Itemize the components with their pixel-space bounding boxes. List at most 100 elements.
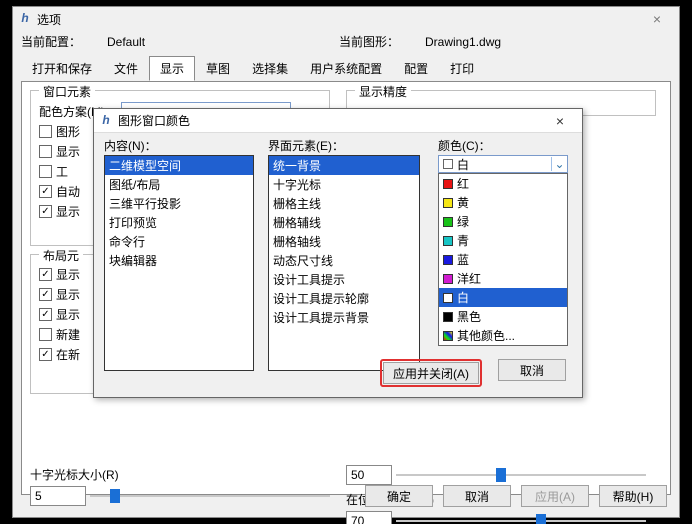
drawing-label: 当前图形：: [339, 33, 419, 50]
options-title: 选项: [37, 11, 639, 28]
close-icon[interactable]: ×: [639, 11, 675, 27]
color-option-label: 蓝: [457, 251, 469, 268]
context-item[interactable]: 块编辑器: [105, 251, 253, 270]
inplace-input[interactable]: 70: [346, 511, 392, 524]
color-swatch-icon: [443, 217, 453, 227]
more-colors-option[interactable]: 其他颜色...: [439, 326, 567, 345]
chk-layout-2[interactable]: [39, 288, 52, 301]
help-button[interactable]: 帮助(H): [599, 485, 667, 507]
crosshair-slider[interactable]: [90, 487, 330, 505]
close-icon[interactable]: ×: [542, 113, 578, 129]
options-tabs: 打开和保存 文件 显示 草图 选择集 用户系统配置 配置 打印: [13, 56, 679, 81]
context-item[interactable]: 图纸/布局: [105, 175, 253, 194]
element-listbox[interactable]: 统一背景十字光标栅格主线栅格辅线栅格轴线动态尺寸线设计工具提示设计工具提示轮廓设…: [268, 155, 420, 371]
context-item[interactable]: 三维平行投影: [105, 194, 253, 213]
chk-vis[interactable]: [39, 205, 52, 218]
chk-show[interactable]: [39, 145, 52, 158]
hidden-slider[interactable]: [396, 466, 646, 484]
chk-drawing-scroll[interactable]: [39, 125, 52, 138]
color-swatch-icon: [443, 255, 453, 265]
chk-layout-1[interactable]: [39, 268, 52, 281]
color-option[interactable]: 蓝: [439, 250, 567, 269]
element-item[interactable]: 统一背景: [269, 156, 419, 175]
element-item[interactable]: 十字光标: [269, 175, 419, 194]
profile-label: 当前配置：: [21, 33, 101, 50]
context-label: 内容(N)：: [104, 137, 157, 154]
element-item[interactable]: 设计工具提示轮廓: [269, 289, 419, 308]
color-swatch-icon: [443, 198, 453, 208]
tab-user-prefs[interactable]: 用户系统配置: [299, 56, 393, 81]
color-option-label: 黄: [457, 194, 469, 211]
chk-auto[interactable]: [39, 185, 52, 198]
crosshair-area: 十字光标大小(R) 5: [30, 466, 330, 509]
tab-profiles[interactable]: 配置: [393, 56, 439, 81]
config-row: 当前配置： Default 当前图形： Drawing1.dwg: [13, 31, 679, 52]
chk-tool[interactable]: [39, 165, 52, 178]
color-option[interactable]: 黄: [439, 193, 567, 212]
color-option[interactable]: 黑色: [439, 307, 567, 326]
context-item[interactable]: 命令行: [105, 232, 253, 251]
color-option-label: 红: [457, 175, 469, 192]
color-option[interactable]: 白: [439, 288, 567, 307]
color-swatch-icon: [443, 312, 453, 322]
color-dropdown[interactable]: 红黄绿青蓝洋红白黑色其他颜色...: [438, 173, 568, 346]
element-item[interactable]: 设计工具提示: [269, 270, 419, 289]
app-logo-icon: h: [17, 11, 33, 27]
apply-close-highlight: 应用并关闭(A): [380, 359, 482, 387]
apply-button[interactable]: 应用(A): [521, 485, 589, 507]
ok-button[interactable]: 确定: [365, 485, 433, 507]
element-item[interactable]: 动态尺寸线: [269, 251, 419, 270]
chk-layout-3[interactable]: [39, 308, 52, 321]
element-item[interactable]: 栅格主线: [269, 194, 419, 213]
apply-close-button[interactable]: 应用并关闭(A): [383, 362, 479, 384]
tab-selection[interactable]: 选择集: [241, 56, 299, 81]
element-label: 界面元素(E)：: [268, 137, 344, 154]
color-option-label: 黑色: [457, 308, 481, 325]
color-swatch-icon: [443, 293, 453, 303]
options-titlebar: h 选项 ×: [13, 7, 679, 31]
color-dialog: h 图形窗口颜色 × 内容(N)： 界面元素(E)： 颜色(C)： 二维模型空间…: [93, 108, 583, 398]
context-item[interactable]: 二维模型空间: [105, 156, 253, 175]
context-listbox[interactable]: 二维模型空间图纸/布局三维平行投影打印预览命令行块编辑器: [104, 155, 254, 371]
app-logo-icon: h: [98, 113, 114, 129]
palette-icon: [443, 331, 453, 341]
tab-files[interactable]: 文件: [103, 56, 149, 81]
tab-plot[interactable]: 打印: [439, 56, 485, 81]
color-option[interactable]: 绿: [439, 212, 567, 231]
window-elements-title: 窗口元素: [39, 83, 95, 100]
tab-drafting[interactable]: 草图: [195, 56, 241, 81]
context-item[interactable]: 打印预览: [105, 213, 253, 232]
element-item[interactable]: 栅格辅线: [269, 213, 419, 232]
color-swatch-icon: [443, 236, 453, 246]
cancel-button[interactable]: 取消: [443, 485, 511, 507]
inplace-slider[interactable]: [396, 512, 646, 524]
element-item[interactable]: 设计工具提示背景: [269, 308, 419, 327]
tab-display[interactable]: 显示: [149, 56, 195, 81]
hidden-num-input[interactable]: 50: [346, 465, 392, 485]
element-item[interactable]: 栅格轴线: [269, 232, 419, 251]
drawing-value: Drawing1.dwg: [425, 35, 595, 49]
chk-layout-4[interactable]: [39, 328, 52, 341]
more-colors-label: 其他颜色...: [457, 327, 515, 344]
color-option-label: 洋红: [457, 270, 481, 287]
color-option[interactable]: 洋红: [439, 269, 567, 288]
display-precision-title: 显示精度: [355, 83, 411, 100]
chevron-down-icon[interactable]: ⌄: [551, 157, 567, 171]
color-combo[interactable]: 白 ⌄: [438, 155, 568, 173]
crosshair-label: 十字光标大小(R): [30, 466, 330, 483]
color-option[interactable]: 红: [439, 174, 567, 193]
color-current-swatch: [443, 159, 453, 169]
color-swatch-icon: [443, 274, 453, 284]
tab-open-save[interactable]: 打开和保存: [21, 56, 103, 81]
profile-value: Default: [107, 35, 277, 49]
color-current-text: 白: [457, 156, 551, 173]
color-dialog-title: 图形窗口颜色: [118, 112, 542, 129]
crosshair-input[interactable]: 5: [30, 486, 86, 506]
layout-elements-title: 布局元: [39, 247, 83, 264]
color-cancel-button[interactable]: 取消: [498, 359, 566, 381]
color-option[interactable]: 青: [439, 231, 567, 250]
options-button-bar: 确定 取消 应用(A) 帮助(H): [365, 485, 667, 507]
chk-layout-5[interactable]: [39, 348, 52, 361]
color-swatch-icon: [443, 179, 453, 189]
color-option-label: 绿: [457, 213, 469, 230]
